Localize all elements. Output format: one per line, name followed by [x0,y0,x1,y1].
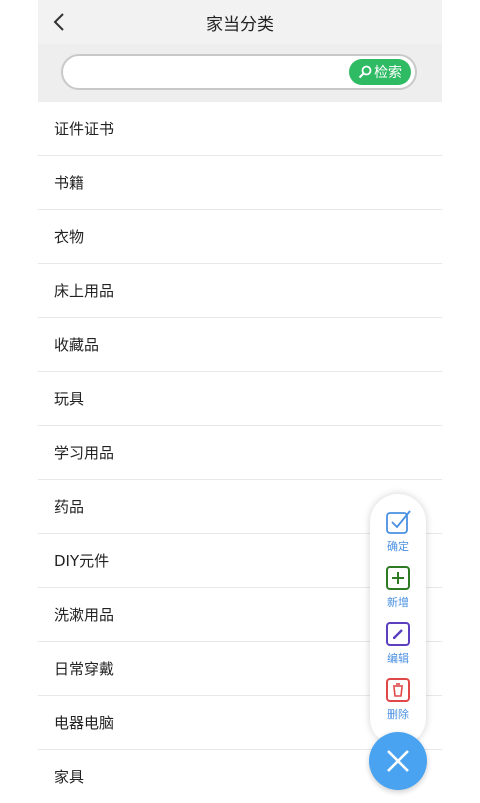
list-item[interactable]: 床上用品 [38,264,442,318]
search-input[interactable] [75,61,349,85]
list-item-label: 玩具 [54,390,85,408]
search-button[interactable]: 检索 [349,59,411,85]
list-item-label: 床上用品 [54,282,115,300]
plus-square-icon [386,566,410,590]
list-item-label: 衣物 [54,228,85,246]
edit-button[interactable]: 编辑 [370,620,426,666]
list-item-label: 洗漱用品 [54,606,115,624]
add-label: 新增 [387,596,409,609]
close-menu-button[interactable] [369,732,427,790]
list-item-label: DIY元件 [54,552,110,570]
floating-action-menu: 确定 新增 编辑 删除 [370,494,426,746]
search-field[interactable]: 检索 [61,54,417,90]
list-item-label: 电器电脑 [54,714,115,732]
delete-label: 删除 [387,708,409,721]
list-item-label: 药品 [54,498,85,516]
search-button-label: 检索 [374,65,402,81]
confirm-label: 确定 [387,540,409,553]
list-item-label: 证件证书 [54,120,115,138]
list-item-label: 书籍 [54,174,85,192]
list-item[interactable]: 玩具 [38,372,442,426]
list-item-label: 日常穿戴 [54,660,115,678]
edit-label: 编辑 [387,652,409,665]
list-item[interactable]: 收藏品 [38,318,442,372]
add-button[interactable]: 新增 [370,564,426,610]
list-item[interactable]: 书籍 [38,156,442,210]
edit-pencil-icon [386,622,410,646]
list-item-label: 学习用品 [54,444,115,462]
delete-button[interactable]: 删除 [370,676,426,722]
magnifier-icon [358,65,372,79]
close-icon [387,750,409,772]
header-bar: 家当分类 [38,0,442,44]
list-item-label: 家具 [54,768,85,786]
page-title: 家当分类 [206,15,274,35]
checkbox-check-icon [386,510,411,534]
confirm-button[interactable]: 确定 [370,508,426,554]
list-item[interactable]: 衣物 [38,210,442,264]
search-bar: 检索 [38,44,442,102]
list-item[interactable]: 学习用品 [38,426,442,480]
trash-icon [386,678,410,702]
list-item[interactable]: 证件证书 [38,102,442,156]
list-item-label: 收藏品 [54,336,100,354]
